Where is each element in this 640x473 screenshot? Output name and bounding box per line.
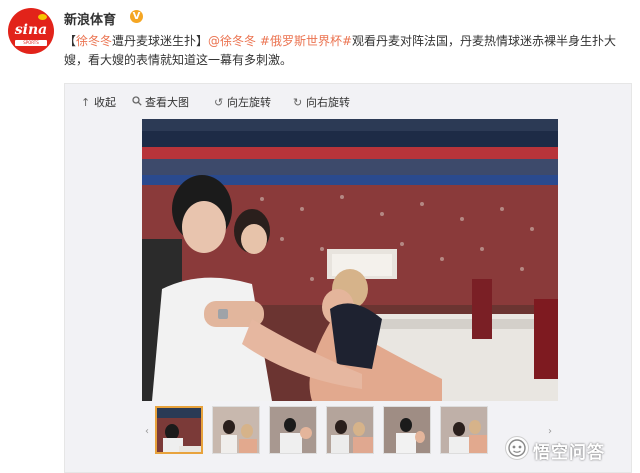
rotate-right-label: 向右旋转 xyxy=(306,96,350,109)
logo-eye-icon xyxy=(38,14,47,20)
watermark: 悟空问答 xyxy=(505,434,637,464)
thumbnail-image xyxy=(213,407,259,453)
thumbnail-image xyxy=(384,407,430,453)
media-panel: ↑ 收起 查看大图 ↺ 向左旋转 ↻ 向右旋转 ‹ › xyxy=(64,83,632,473)
stadium-photo-illustration xyxy=(142,119,558,401)
watermark-text: 悟空问答 xyxy=(533,443,605,463)
logo-text: sina xyxy=(14,22,48,38)
title-link[interactable]: 徐冬冬 xyxy=(76,34,112,48)
arrow-up-icon: ↑ xyxy=(81,96,91,109)
view-large-label: 查看大图 xyxy=(145,96,189,109)
post-header: sina SPORTS 新浪体育 V xyxy=(0,0,640,54)
post-text: 【徐冬冬遭丹麦球迷生扑】@徐冬冬 #俄罗斯世界杯#观看丹麦对阵法国，丹麦热情球迷… xyxy=(64,32,634,70)
avatar[interactable]: sina SPORTS xyxy=(8,8,54,54)
title-rest: 遭丹麦球迷生扑】 xyxy=(112,34,209,48)
thumbnail-item[interactable] xyxy=(212,406,260,454)
thumbnail-item[interactable] xyxy=(383,406,431,454)
collapse-label: 收起 xyxy=(94,96,116,109)
thumbnail-image xyxy=(270,407,316,453)
thumbnail-item[interactable] xyxy=(269,406,317,454)
rotate-left-label: 向左旋转 xyxy=(227,96,271,109)
verified-icon: V xyxy=(130,10,143,23)
thumbnail-image xyxy=(157,408,201,452)
rotate-right-button[interactable]: ↻ 向右旋转 xyxy=(293,94,350,110)
thumbnail-strip xyxy=(141,406,561,458)
collapse-button[interactable]: ↑ 收起 xyxy=(81,94,116,110)
account-name[interactable]: 新浪体育 xyxy=(64,9,116,28)
logo-subtext-bar: SPORTS xyxy=(15,40,47,46)
rotate-left-icon: ↺ xyxy=(214,96,224,109)
rotate-left-button[interactable]: ↺ 向左旋转 xyxy=(214,94,271,110)
thumbnail-item[interactable] xyxy=(155,406,203,454)
thumbnail-image xyxy=(327,407,373,453)
rotate-right-icon: ↻ xyxy=(293,96,303,109)
mention-link[interactable]: @徐冬冬 xyxy=(208,34,256,48)
logo-subtext: SPORTS xyxy=(23,40,39,45)
thumbnail-item[interactable] xyxy=(440,406,488,454)
magnifier-icon xyxy=(132,96,143,109)
view-large-button[interactable]: 查看大图 xyxy=(132,94,189,110)
hashtag-link[interactable]: #俄罗斯世界杯# xyxy=(260,34,352,48)
watermark-logo-icon xyxy=(505,436,529,460)
main-photo[interactable] xyxy=(142,119,558,401)
thumbnail-item[interactable] xyxy=(326,406,374,454)
title-bracket-open: 【 xyxy=(64,34,77,48)
thumbnail-image xyxy=(441,407,487,453)
